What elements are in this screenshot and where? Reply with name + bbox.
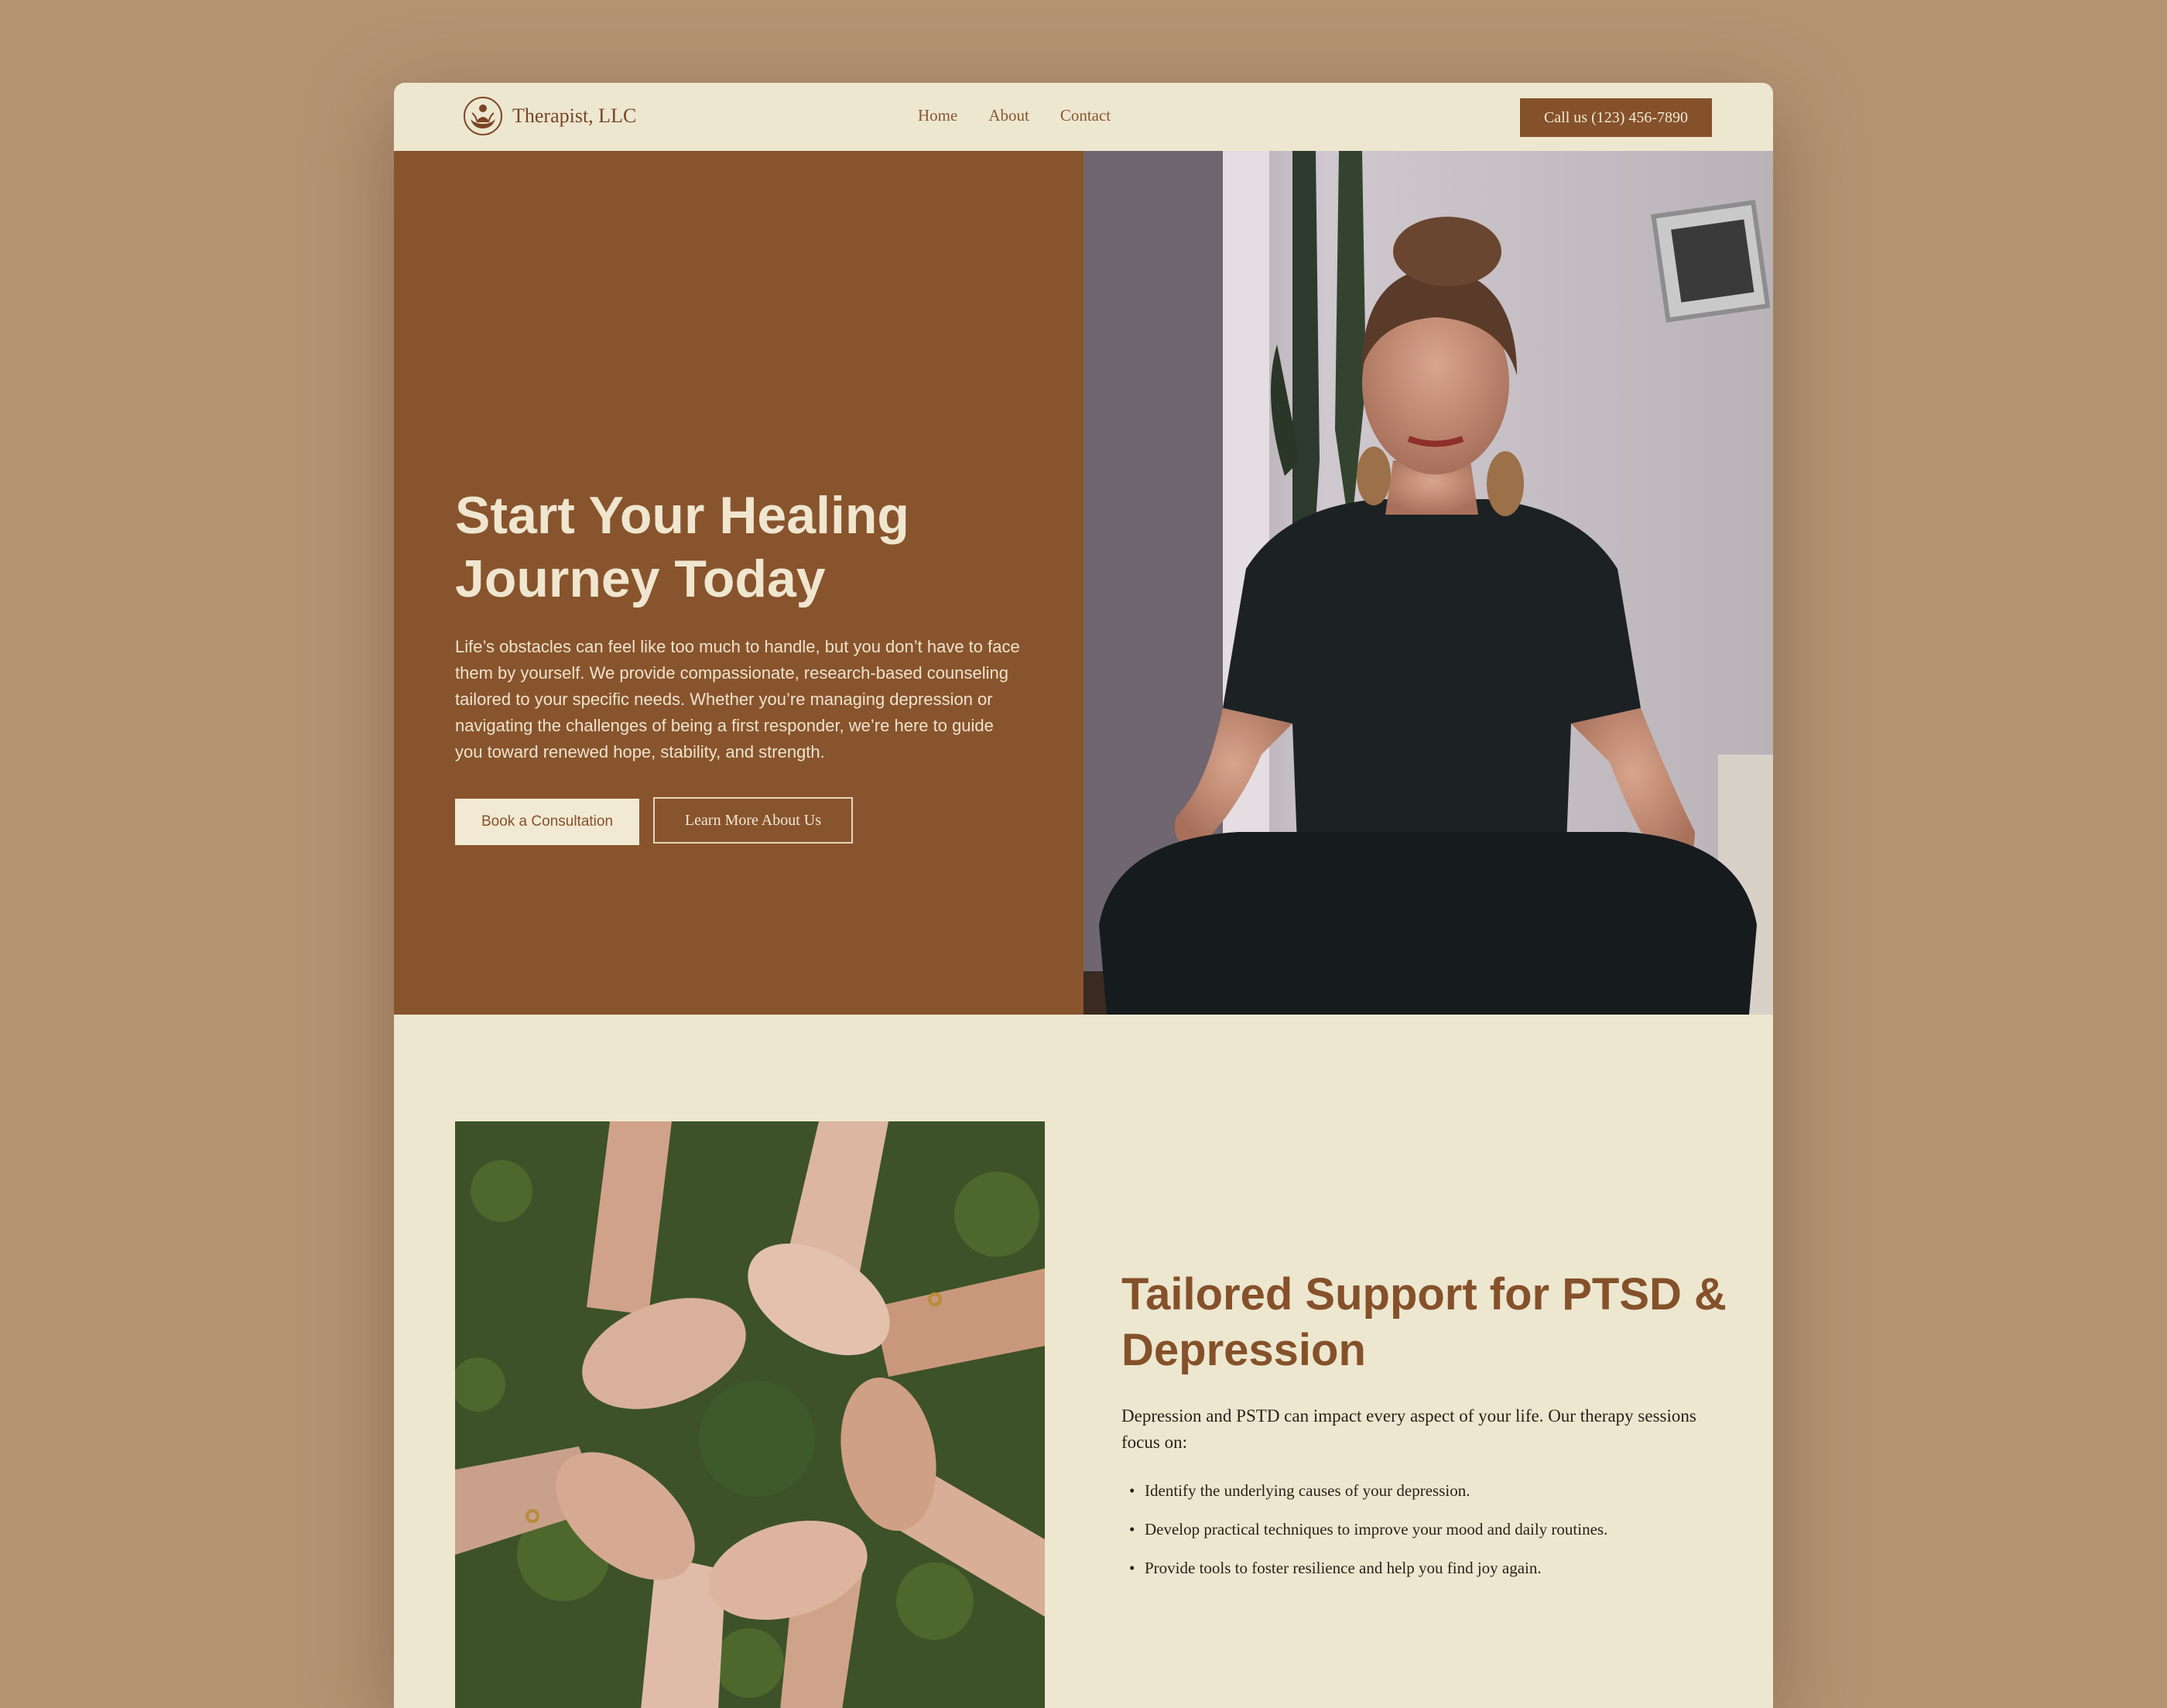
- woman-meditating-photo: [1084, 151, 1773, 1015]
- joined-hands-circle-photo: [455, 1121, 1045, 1708]
- list-item: Provide tools to foster resilience and h…: [1121, 1556, 1741, 1580]
- nav-home-link[interactable]: Home: [918, 106, 957, 125]
- site-header: Therapist, LLC Home About Contact Call u…: [394, 83, 1773, 151]
- lotus-meditation-icon: [464, 97, 502, 135]
- call-us-button[interactable]: Call us (123) 456-7890: [1520, 98, 1712, 137]
- support-focus-list: Identify the underlying causes of your d…: [1121, 1479, 1741, 1595]
- hero-description: Life’s obstacles can feel like too much …: [455, 637, 1020, 762]
- nav-contact-link[interactable]: Contact: [1060, 106, 1111, 125]
- support-title: Tailored Support for PTSD & Depression: [1121, 1269, 1727, 1375]
- support-intro: Depression and PSTD can impact every asp…: [1121, 1406, 1696, 1452]
- brand-name: Therapist, LLC: [512, 104, 637, 127]
- book-consultation-button[interactable]: Book a Consultation: [455, 799, 639, 845]
- hero-title: Start Your Healing Journey Today: [455, 486, 909, 608]
- brand-logo[interactable]: Therapist, LLC: [463, 96, 636, 136]
- nav-about-link[interactable]: About: [988, 106, 1029, 125]
- learn-more-button[interactable]: Learn More About Us: [653, 797, 853, 844]
- list-item: Develop practical techniques to improve …: [1121, 1518, 1741, 1541]
- main-nav: Home About Contact: [918, 106, 1142, 125]
- list-item: Identify the underlying causes of your d…: [1121, 1479, 1741, 1502]
- hero-panel: Start Your Healing Journey Today Life’s …: [394, 151, 1084, 1015]
- website-frame: Therapist, LLC Home About Contact Call u…: [394, 83, 1773, 1708]
